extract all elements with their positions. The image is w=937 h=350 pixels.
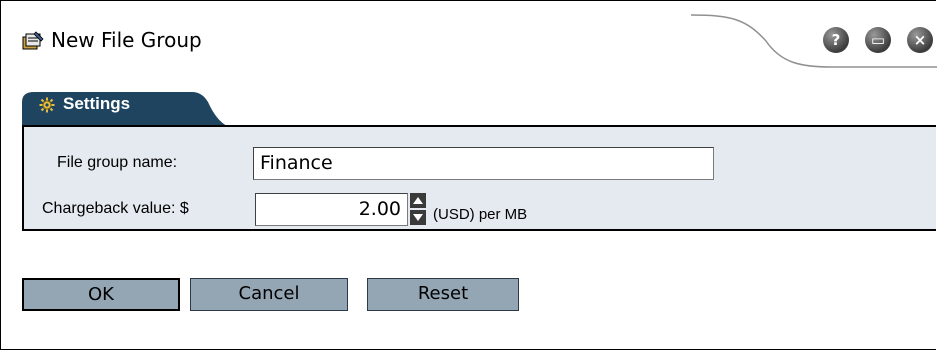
stepper-up-icon[interactable] xyxy=(410,193,426,208)
chargeback-value-input[interactable]: 2.00 xyxy=(255,193,408,226)
chargeback-unit-label: (USD) per MB xyxy=(433,206,528,223)
chargeback-value-label: Chargeback value: $ xyxy=(42,200,189,217)
file-group-name-input[interactable]: Finance xyxy=(253,147,714,180)
title-bar-curve xyxy=(691,14,937,68)
reset-button[interactable]: Reset xyxy=(367,278,519,311)
stepper-down-icon[interactable] xyxy=(410,210,426,225)
ok-button[interactable]: OK xyxy=(22,278,180,311)
help-icon[interactable]: ? xyxy=(823,27,849,53)
title-bar: New File Group ? ▭ × xyxy=(1,1,937,73)
file-group-icon xyxy=(22,31,44,50)
settings-icon xyxy=(39,97,55,113)
dialog-window: New File Group ? ▭ × Settings File group… xyxy=(0,0,937,350)
close-icon[interactable]: × xyxy=(907,27,933,53)
dialog-title: New File Group xyxy=(51,28,202,52)
chargeback-stepper[interactable] xyxy=(410,193,426,225)
cancel-button[interactable]: Cancel xyxy=(190,278,348,311)
file-group-name-label: File group name: xyxy=(57,154,178,171)
print-icon[interactable]: ▭ xyxy=(865,27,891,53)
tab-settings-label: Settings xyxy=(63,94,131,113)
